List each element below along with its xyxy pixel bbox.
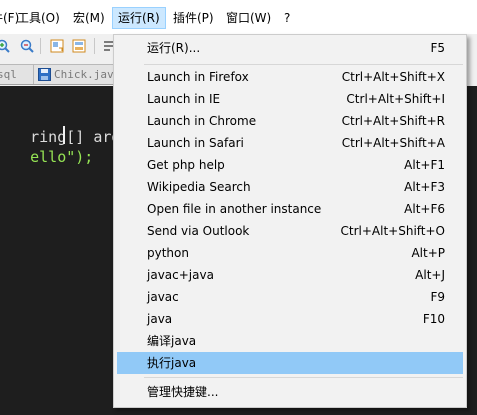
menu-item-shortcut: Ctrl+Alt+Shift+I (346, 92, 445, 106)
menu-item-label: Get php help (147, 158, 225, 172)
menu-item-javac-java[interactable]: javac+java Alt+J (117, 264, 463, 286)
menu-item-label: Launch in Safari (147, 136, 244, 150)
code-line-1: ring[] args (0, 104, 129, 146)
menu-item-shortcut: Ctrl+Alt+Shift+A (341, 136, 445, 150)
menu-item-shortcut: Ctrl+Alt+Shift+R (341, 114, 445, 128)
menu-item-shortcut: Alt+F6 (404, 202, 445, 216)
sync-vertical-icon[interactable] (50, 39, 64, 53)
menu-item-manage-shortcuts[interactable]: 管理快捷键... (117, 381, 463, 403)
menu-item-launch-safari[interactable]: Launch in Safari Ctrl+Alt+Shift+A (117, 132, 463, 154)
menu-item-shortcut: Alt+P (411, 246, 445, 260)
toolbar (0, 35, 120, 59)
menu-item-label: Launch in IE (147, 92, 221, 106)
menu-item-label: Wikipedia Search (147, 180, 251, 194)
menu-plugins[interactable]: 插件(P) (168, 8, 219, 28)
menu-run[interactable]: 运行(R) (112, 7, 166, 29)
menu-item-launch-ie[interactable]: Launch in IE Ctrl+Alt+Shift+I (117, 88, 463, 110)
menu-item-label: Launch in Firefox (147, 70, 249, 84)
code-line-2: ello"); (0, 124, 93, 166)
sync-horizontal-icon[interactable] (72, 39, 86, 53)
tab-bar: sql Chick.java (0, 62, 137, 85)
menu-item-shortcut: F5 (430, 41, 445, 55)
save-disk-icon (38, 68, 51, 81)
menu-item-label: Send via Outlook (147, 224, 250, 238)
tab-label: sql (0, 68, 17, 81)
menu-separator (144, 64, 463, 65)
zoom-in-icon[interactable] (0, 39, 10, 53)
menu-macro[interactable]: 宏(M) (68, 8, 110, 28)
menu-help[interactable]: ? (279, 8, 295, 28)
menu-item-compile-java[interactable]: 编译java (117, 330, 463, 352)
menu-item-label: 运行(R)... (147, 41, 201, 55)
run-menu-dropdown: 运行(R)... F5 Launch in Firefox Ctrl+Alt+S… (113, 34, 467, 408)
menu-separator (144, 377, 463, 378)
menu-item-shortcut: F9 (430, 290, 445, 304)
menu-item-run[interactable]: 运行(R)... F5 (117, 37, 463, 59)
menu-item-execute-java[interactable]: 执行java (117, 352, 463, 374)
menu-item-shortcut: Alt+F1 (404, 158, 445, 172)
menu-item-label: java (147, 312, 173, 326)
menu-item-launch-chrome[interactable]: Launch in Chrome Ctrl+Alt+Shift+R (117, 110, 463, 132)
menu-item-shortcut: Ctrl+Alt+Shift+O (340, 224, 445, 238)
menu-item-java[interactable]: java F10 (117, 308, 463, 330)
toolbar-separator (40, 38, 41, 54)
menu-item-wikipedia-search[interactable]: Wikipedia Search Alt+F3 (117, 176, 463, 198)
text-cursor (63, 126, 65, 144)
menu-item-launch-firefox[interactable]: Launch in Firefox Ctrl+Alt+Shift+X (117, 66, 463, 88)
menu-item-shortcut: Alt+F3 (404, 180, 445, 194)
menu-item-python[interactable]: python Alt+P (117, 242, 463, 264)
menu-item-shortcut: F10 (422, 312, 445, 326)
menu-item-label: 编译java (147, 334, 197, 348)
zoom-out-icon[interactable] (20, 39, 34, 53)
tab-sql[interactable]: sql (0, 64, 34, 84)
tab-label: Chick.java (54, 68, 121, 81)
menu-bar: 件(F) 工具(O) 宏(M) 运行(R) 插件(P) 窗口(W) ? (0, 0, 477, 35)
toolbar-separator (94, 38, 95, 54)
menu-window[interactable]: 窗口(W) (221, 8, 276, 28)
menu-item-label: 执行java (147, 356, 197, 370)
menu-item-label: javac (147, 290, 179, 304)
menu-item-label: 管理快捷键... (147, 385, 219, 399)
menu-item-javac[interactable]: javac F9 (117, 286, 463, 308)
menu-item-shortcut: Ctrl+Alt+Shift+X (341, 70, 445, 84)
menu-item-label: Launch in Chrome (147, 114, 257, 128)
menu-item-send-outlook[interactable]: Send via Outlook Ctrl+Alt+Shift+O (117, 220, 463, 242)
menu-item-label: javac+java (147, 268, 214, 282)
code-text: ello"); (30, 148, 94, 166)
menu-item-open-another-instance[interactable]: Open file in another instance Alt+F6 (117, 198, 463, 220)
menu-item-label: Open file in another instance (147, 202, 322, 216)
menu-item-label: python (147, 246, 189, 260)
menu-item-shortcut: Alt+J (415, 268, 445, 282)
menu-tools[interactable]: 工具(O) (12, 8, 65, 28)
menu-item-php-help[interactable]: Get php help Alt+F1 (117, 154, 463, 176)
